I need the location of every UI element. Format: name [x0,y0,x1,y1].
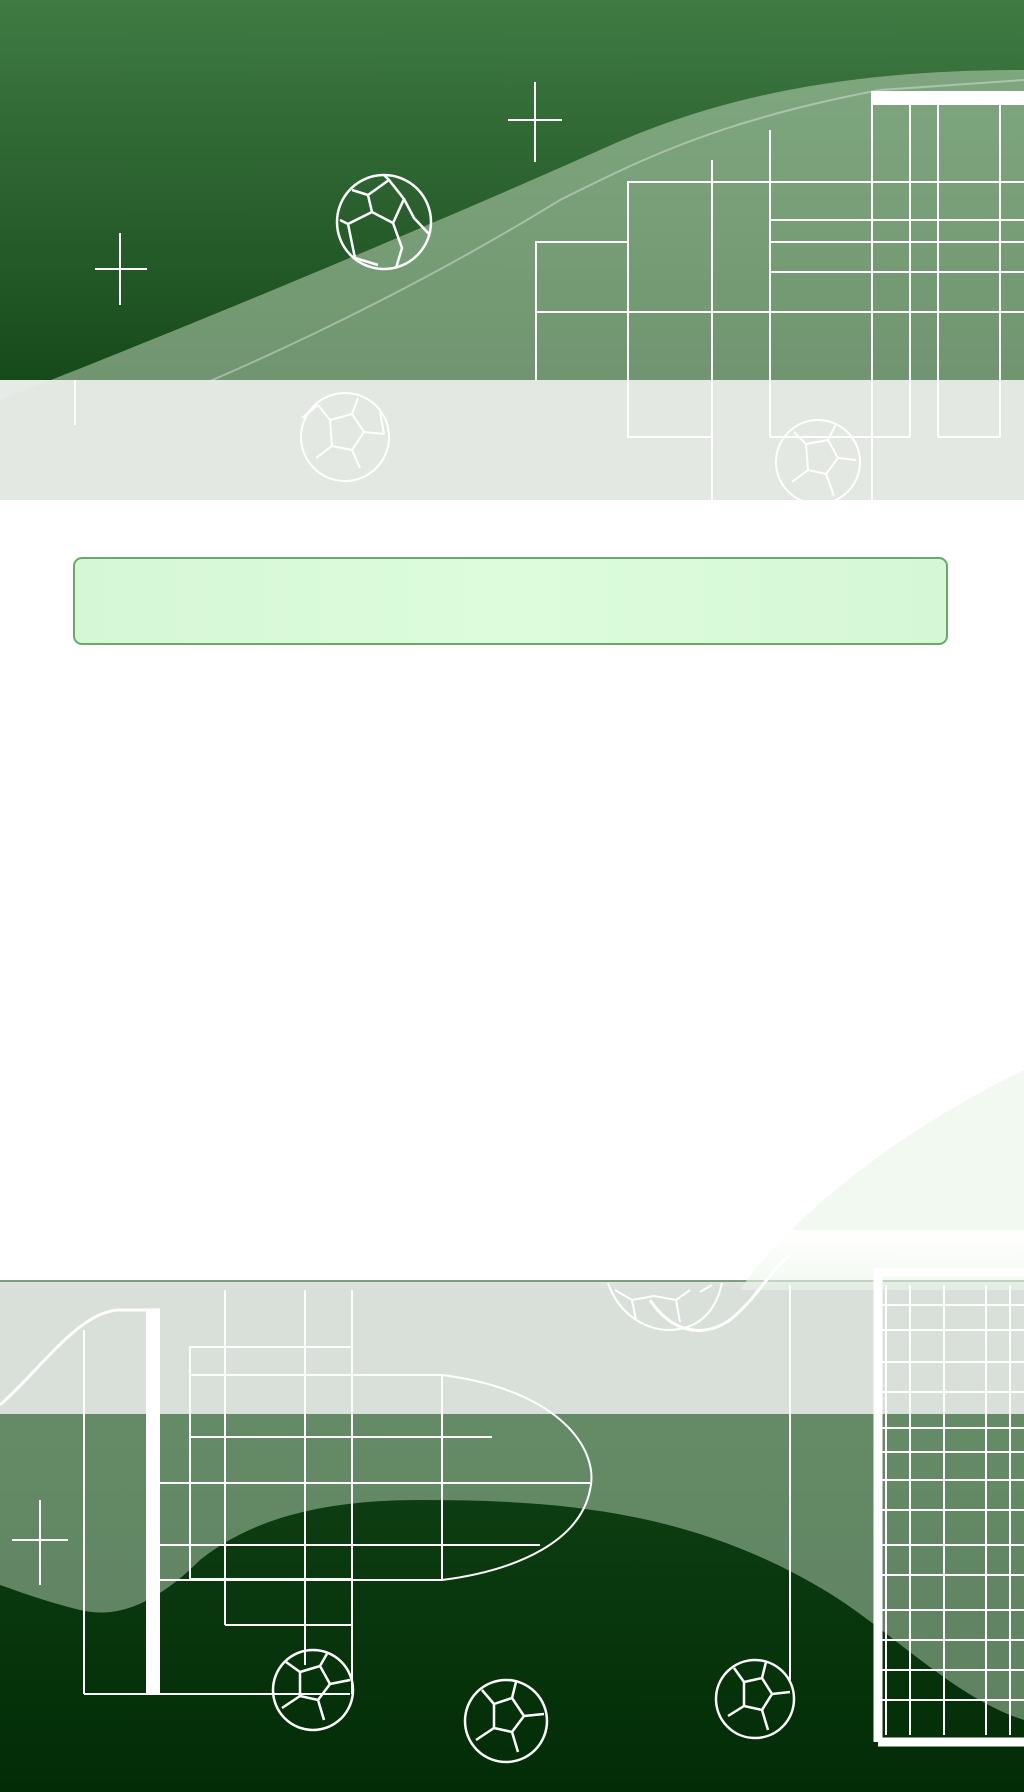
poster-template [0,0,1024,1792]
title-banner [73,557,948,645]
top-grey-band [0,380,1024,500]
top-decoration [0,0,1024,505]
content-area [0,645,1024,1265]
